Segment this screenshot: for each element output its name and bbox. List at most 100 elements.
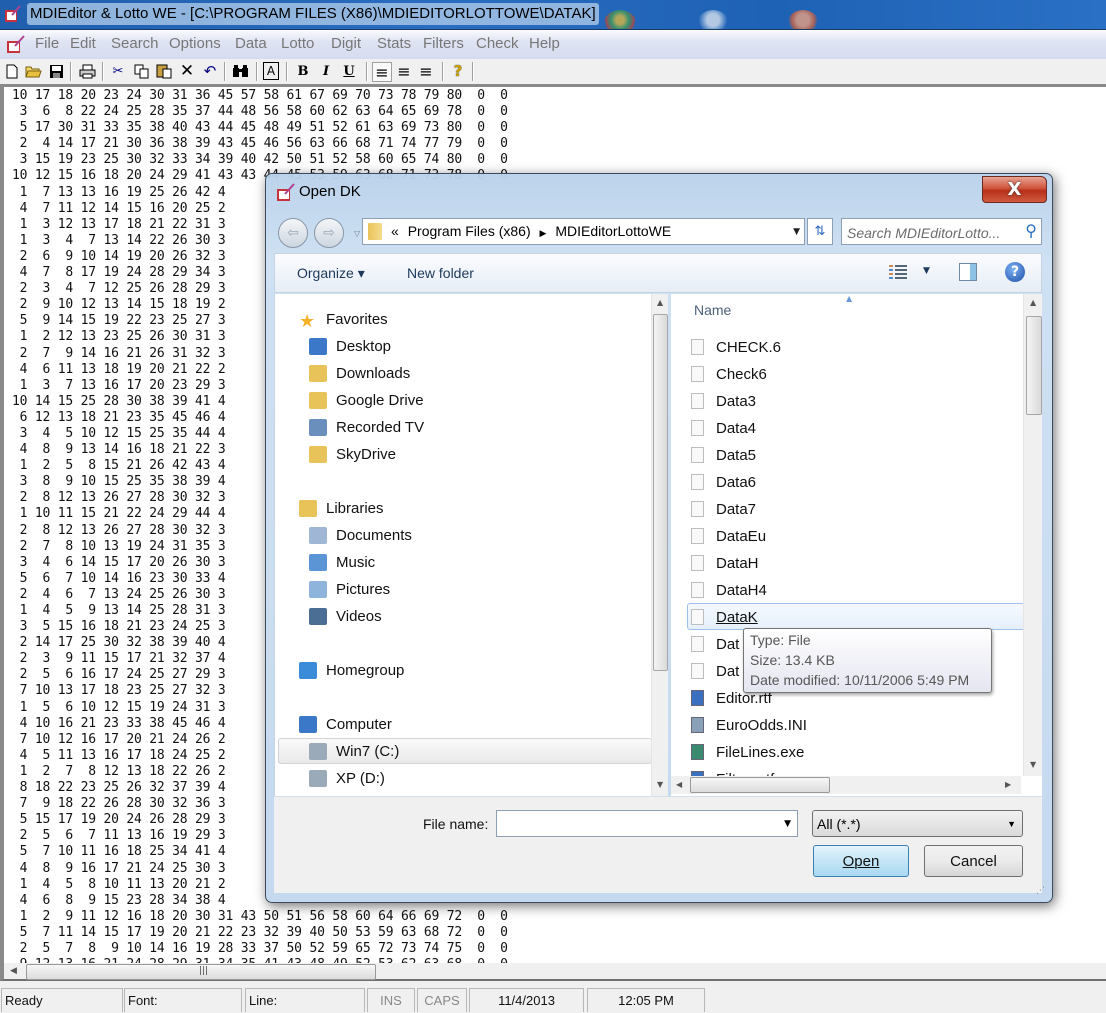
file-list-item[interactable]: DataK xyxy=(691,606,758,628)
app-title-bar[interactable]: MDIEditor & Lotto WE - [C:\PROGRAM FILES… xyxy=(0,0,1106,30)
nav-group-favorites[interactable]: ★ Favorites xyxy=(299,308,388,331)
file-list-item[interactable]: Data5 xyxy=(691,444,756,466)
file-list-item[interactable]: FileLines.exe xyxy=(691,741,804,763)
nav-item[interactable]: Downloads xyxy=(309,362,410,384)
align-left-button[interactable]: ≡ xyxy=(372,62,392,82)
menu-options[interactable]: Options xyxy=(169,35,221,52)
menu-stats[interactable]: Stats xyxy=(377,35,411,52)
file-list-item[interactable]: DataH xyxy=(691,552,759,574)
search-icon[interactable]: ⚲ xyxy=(1025,221,1037,240)
editor-horizontal-scrollbar[interactable]: ◀ ||| xyxy=(0,963,1106,981)
back-button[interactable]: ⇦ xyxy=(278,218,308,248)
refresh-button[interactable]: ⇅ xyxy=(807,218,833,245)
file-list-item[interactable]: Dat xyxy=(691,660,739,682)
menu-edit[interactable]: Edit xyxy=(70,35,96,52)
file-pane-scrollbar[interactable]: ▲ ▼ xyxy=(1023,294,1042,776)
font-button[interactable]: A xyxy=(263,62,279,80)
nav-item[interactable]: Recorded TV xyxy=(309,416,424,438)
file-list-item[interactable]: DataH4 xyxy=(691,579,767,601)
menu-lotto[interactable]: Lotto xyxy=(281,35,314,52)
menu-search[interactable]: Search xyxy=(111,35,159,52)
help-button[interactable]: ? xyxy=(449,62,467,80)
nav-item[interactable]: Desktop xyxy=(309,335,391,357)
scroll-left-arrow-icon[interactable]: ◀ xyxy=(676,780,682,789)
file-list-pane[interactable]: ▲ Name CHECK.6 Check6 Data3 Data4 Data5 Data6… xyxy=(671,294,1042,796)
nav-item[interactable]: Pictures xyxy=(309,578,390,600)
address-bar[interactable]: « Program Files (x86) ▶ MDIEditorLottoWE… xyxy=(362,218,805,245)
scroll-down-arrow-icon[interactable]: ▼ xyxy=(657,780,663,789)
file-list-item[interactable]: Dat xyxy=(691,633,739,655)
address-dropdown-icon[interactable]: ▼ xyxy=(793,227,800,237)
scrollbar-thumb[interactable] xyxy=(653,314,668,671)
menu-help[interactable]: Help xyxy=(529,35,560,52)
search-box[interactable]: ⚲ xyxy=(841,218,1042,245)
cancel-button[interactable]: Cancel xyxy=(924,845,1023,877)
scroll-up-arrow-icon[interactable]: ▲ xyxy=(1030,298,1036,307)
find-button[interactable] xyxy=(231,62,249,80)
underline-button[interactable]: U xyxy=(340,62,358,80)
italic-button[interactable]: I xyxy=(317,62,335,80)
file-list-item[interactable]: CHECK.6 xyxy=(691,336,781,358)
open-button[interactable]: Open xyxy=(813,845,909,877)
undo-button[interactable]: ↶ xyxy=(201,62,219,80)
align-right-button[interactable]: ≡ xyxy=(417,62,435,81)
new-folder-button[interactable]: New folder xyxy=(407,265,474,281)
nav-item[interactable]: Win7 (C:) xyxy=(309,740,399,762)
nav-group-libraries[interactable]: Libraries xyxy=(299,497,384,519)
menu-digit[interactable]: Digit xyxy=(331,35,361,52)
cut-button[interactable]: ✂ xyxy=(109,62,127,80)
copy-button[interactable] xyxy=(132,62,150,80)
file-name-dropdown-icon[interactable]: ▼ xyxy=(784,819,791,829)
document-icon[interactable] xyxy=(6,35,26,54)
breadcrumb-item[interactable]: MDIEditorLottoWE xyxy=(555,223,671,239)
align-center-button[interactable]: ≡ xyxy=(395,62,413,81)
breadcrumb-separator-icon[interactable]: ▶ xyxy=(540,228,547,238)
help-icon[interactable]: ? xyxy=(1005,262,1025,282)
breadcrumb-item[interactable]: Program Files (x86) xyxy=(408,223,531,239)
recent-locations-dropdown-icon[interactable]: ▽ xyxy=(354,229,360,238)
nav-group-computer[interactable]: Computer xyxy=(299,713,392,735)
file-pane-horizontal-scrollbar[interactable]: ◀ ▶ xyxy=(671,776,1021,794)
scrollbar-thumb[interactable] xyxy=(1026,316,1042,415)
file-list-item[interactable]: Data6 xyxy=(691,471,756,493)
file-list-item[interactable]: EuroOdds.INI xyxy=(691,714,807,736)
scroll-down-arrow-icon[interactable]: ▼ xyxy=(1030,760,1036,769)
organize-button[interactable]: Organize ▾ xyxy=(297,265,365,282)
nav-item[interactable]: Google Drive xyxy=(309,389,424,411)
change-view-icon[interactable] xyxy=(889,265,907,279)
file-list-item[interactable]: Data4 xyxy=(691,417,756,439)
file-list-item[interactable]: Data3 xyxy=(691,390,756,412)
scrollbar-thumb[interactable]: ||| xyxy=(26,964,376,980)
navigation-pane[interactable]: ★ Favorites Desktop Downloads Google Drive Re… xyxy=(274,294,668,796)
nav-item[interactable]: Documents xyxy=(309,524,412,546)
print-button[interactable] xyxy=(78,62,96,80)
new-file-button[interactable] xyxy=(3,62,21,80)
forward-button[interactable]: ⇨ xyxy=(314,218,344,248)
nav-item[interactable]: Videos xyxy=(309,605,382,627)
nav-pane-scrollbar[interactable]: ▲ ▼ xyxy=(651,294,668,796)
menu-data[interactable]: Data xyxy=(235,35,267,52)
scroll-up-arrow-icon[interactable]: ▲ xyxy=(657,298,663,307)
resize-grip-icon[interactable]: ⋰ xyxy=(1036,886,1045,896)
scroll-right-arrow-icon[interactable]: ▶ xyxy=(1005,780,1011,789)
menu-check[interactable]: Check xyxy=(476,35,519,52)
menu-filters[interactable]: Filters xyxy=(423,35,464,52)
save-button[interactable] xyxy=(47,62,65,80)
file-name-combobox[interactable]: ▼ xyxy=(496,810,798,837)
file-list-item[interactable]: Check6 xyxy=(691,363,767,385)
scroll-left-arrow-icon[interactable]: ◀ xyxy=(10,966,17,976)
nav-group-homegroup[interactable]: Homegroup xyxy=(299,659,404,681)
preview-pane-button[interactable] xyxy=(959,263,977,281)
nav-item[interactable]: Music xyxy=(309,551,375,573)
file-type-dropdown[interactable]: All (*.*) ▼ xyxy=(812,810,1023,837)
breadcrumb-overflow[interactable]: « xyxy=(391,223,399,239)
bold-button[interactable]: B xyxy=(294,62,312,80)
search-input[interactable] xyxy=(845,222,1021,243)
nav-item[interactable]: XP (D:) xyxy=(309,767,385,789)
paste-button[interactable] xyxy=(155,62,173,80)
menu-file[interactable]: File xyxy=(35,35,59,52)
view-options-dropdown-icon[interactable]: ▼ xyxy=(923,266,930,276)
column-header-name[interactable]: Name xyxy=(694,302,731,318)
file-name-input[interactable] xyxy=(500,814,774,835)
open-button[interactable] xyxy=(24,62,42,80)
